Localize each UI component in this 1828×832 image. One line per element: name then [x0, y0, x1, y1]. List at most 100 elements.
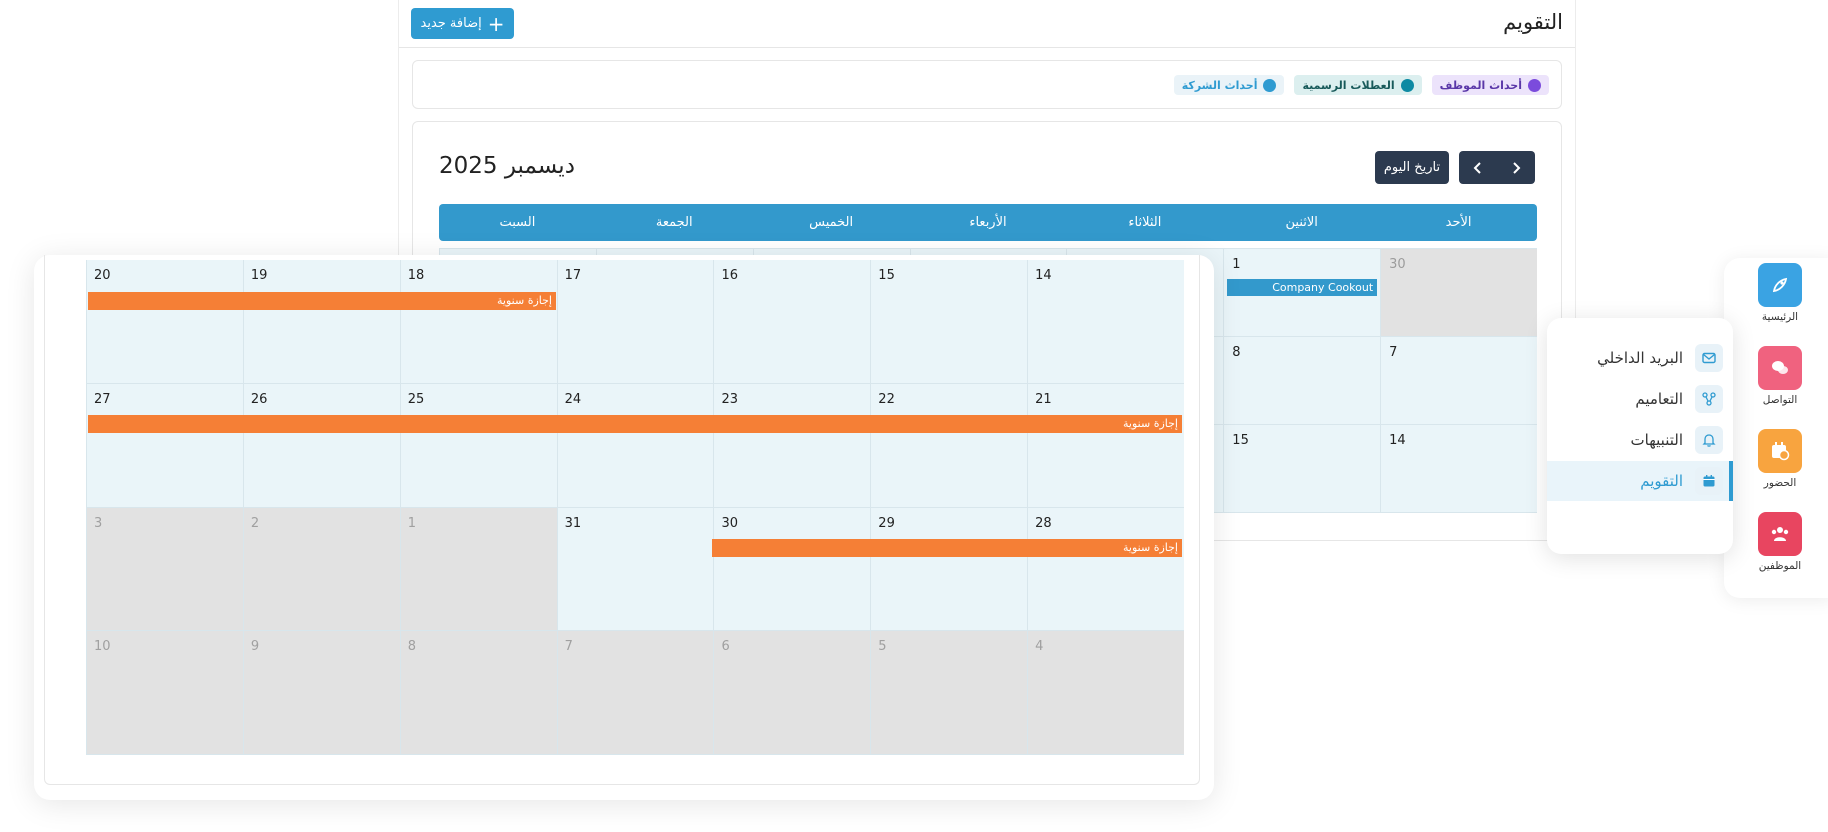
- sidebar-label: الرئيسية: [1761, 311, 1799, 323]
- day-number: 1: [1232, 257, 1241, 272]
- day-cell[interactable]: 7: [556, 631, 714, 755]
- day-cell[interactable]: 23: [713, 383, 871, 508]
- day-cell[interactable]: 30: [1380, 249, 1537, 337]
- day-cell[interactable]: 26: [242, 383, 400, 508]
- day-number: 9: [250, 639, 260, 655]
- page-title: التقويم: [1503, 10, 1563, 34]
- day-cell[interactable]: 27: [86, 383, 243, 508]
- day-cell[interactable]: 4: [1027, 631, 1184, 755]
- submenu-label: البريد الداخلي: [1597, 349, 1683, 367]
- day-cell[interactable]: 24: [556, 383, 714, 508]
- day-cell[interactable]: 30: [713, 507, 871, 632]
- day-number: 18: [407, 268, 425, 283]
- company-event[interactable]: Company Cookout: [1227, 279, 1378, 296]
- submenu-item-alerts[interactable]: التنبيهات: [1547, 420, 1733, 460]
- day-cell[interactable]: 17: [556, 260, 714, 384]
- legend-employee-label: أحداث الموظف: [1439, 78, 1522, 92]
- mail-icon: [1695, 344, 1723, 372]
- day-cell[interactable]: 18: [399, 260, 557, 384]
- zoomed-calendar-frame: 14 15 16 17 18 19 20 21 22 23 24 25 26 2…: [44, 255, 1200, 785]
- day-number: 27: [94, 391, 111, 407]
- day-number: 4: [1035, 639, 1044, 655]
- day-cell[interactable]: 15: [870, 260, 1028, 384]
- day-cell[interactable]: 10: [86, 631, 243, 755]
- day-number: 17: [564, 268, 582, 283]
- add-new-button[interactable]: + إضافة جديد: [411, 8, 514, 39]
- submenu-label: التعاميم: [1635, 390, 1683, 408]
- chevron-right-icon: [1513, 161, 1521, 174]
- sidebar-label: التواصل: [1762, 394, 1798, 406]
- day-cell[interactable]: 25: [399, 383, 557, 508]
- day-number: 30: [1389, 257, 1406, 272]
- submenu-label: التقويم: [1640, 472, 1683, 490]
- day-cell[interactable]: 8: [1223, 337, 1381, 425]
- day-cell[interactable]: 31: [556, 507, 714, 632]
- day-cell[interactable]: 7: [1380, 337, 1537, 425]
- day-cell[interactable]: 5: [870, 631, 1028, 755]
- day-number: 26: [250, 391, 268, 407]
- day-cell[interactable]: 3: [86, 507, 243, 632]
- day-number: 23: [721, 391, 738, 407]
- day-cell[interactable]: 15: [1223, 425, 1381, 513]
- legend-employee-events[interactable]: أحداث الموظف: [1431, 75, 1549, 95]
- day-cell[interactable]: 19: [242, 260, 400, 384]
- day-number: 28: [1035, 515, 1052, 531]
- day-cell[interactable]: 21: [1027, 383, 1184, 508]
- day-cell[interactable]: 6: [713, 631, 871, 755]
- bell-icon: [1695, 426, 1723, 454]
- plus-icon: +: [487, 11, 505, 36]
- holidays-dot-icon: [1400, 78, 1414, 92]
- employee-dot-icon: [1528, 78, 1541, 92]
- day-cell[interactable]: 1: [399, 507, 557, 632]
- day-cell[interactable]: 8: [399, 631, 557, 755]
- day-number: 3: [94, 515, 103, 531]
- weekday-tue: الثلاثاء: [1128, 215, 1162, 230]
- day-cell[interactable]: 22: [870, 383, 1028, 508]
- day-cell[interactable]: 28: [1027, 507, 1184, 632]
- prev-month-button[interactable]: [1459, 151, 1497, 184]
- day-number: 16: [721, 268, 738, 283]
- annual-leave-event[interactable]: إجازة سنوية: [712, 539, 1182, 557]
- day-cell[interactable]: 2: [242, 507, 400, 632]
- day-cell[interactable]: 20: [86, 260, 243, 384]
- annual-leave-event[interactable]: إجازة سنوية: [88, 292, 556, 310]
- day-cell[interactable]: 29: [870, 507, 1028, 632]
- day-number: 20: [94, 268, 111, 283]
- sidebar-item-employees[interactable]: الموظفين: [1752, 512, 1808, 572]
- month-label: ديسمبر 2025: [439, 153, 575, 179]
- annual-leave-event[interactable]: إجازة سنوية: [88, 415, 1182, 433]
- sidebar-item-home[interactable]: الرئيسية: [1752, 263, 1808, 323]
- day-cell[interactable]: 16: [713, 260, 871, 384]
- today-button[interactable]: تاريخ اليوم: [1375, 151, 1449, 184]
- submenu-label: التنبيهات: [1630, 431, 1683, 449]
- day-number: 1: [407, 515, 416, 531]
- day-number: 15: [878, 268, 895, 283]
- users-icon: [1758, 512, 1802, 556]
- day-number: 22: [878, 391, 895, 407]
- share-icon: [1695, 385, 1723, 413]
- day-number: 21: [1035, 391, 1052, 407]
- add-new-label: إضافة جديد: [420, 16, 482, 31]
- day-cell[interactable]: 1 Company Cookout: [1223, 249, 1381, 337]
- next-month-button[interactable]: [1497, 151, 1535, 184]
- stage: التقويم + إضافة جديد أحداث الشركة العطلا…: [0, 0, 1828, 832]
- day-number: 14: [1035, 268, 1052, 283]
- day-cell[interactable]: 14: [1027, 260, 1184, 384]
- legend-official-holidays[interactable]: العطلات الرسمية: [1294, 75, 1422, 95]
- top-bar: التقويم + إضافة جديد: [399, 0, 1575, 48]
- day-number: 2: [250, 515, 260, 531]
- submenu-item-circulars[interactable]: التعاميم: [1547, 379, 1733, 419]
- legend-company-events[interactable]: أحداث الشركة: [1173, 75, 1285, 95]
- weekday-thu: الخميس: [809, 215, 854, 230]
- day-cell[interactable]: 9: [242, 631, 400, 755]
- weekday-header: الأحد الاثنين الثلاثاء الأربعاء الخميس ا…: [439, 204, 1537, 241]
- main-sidebar: الرئيسية التواصل الحضور الموظفين: [1724, 258, 1828, 598]
- day-number: 15: [1232, 433, 1249, 448]
- submenu-item-internal-mail[interactable]: البريد الداخلي: [1547, 338, 1733, 378]
- sidebar-item-attendance[interactable]: الحضور: [1752, 429, 1808, 489]
- day-number: 24: [564, 391, 582, 407]
- submenu-item-calendar[interactable]: التقويم: [1547, 461, 1733, 501]
- sidebar-item-communication[interactable]: التواصل: [1752, 346, 1808, 406]
- day-number: 8: [1232, 345, 1241, 360]
- day-cell[interactable]: 14: [1380, 425, 1537, 513]
